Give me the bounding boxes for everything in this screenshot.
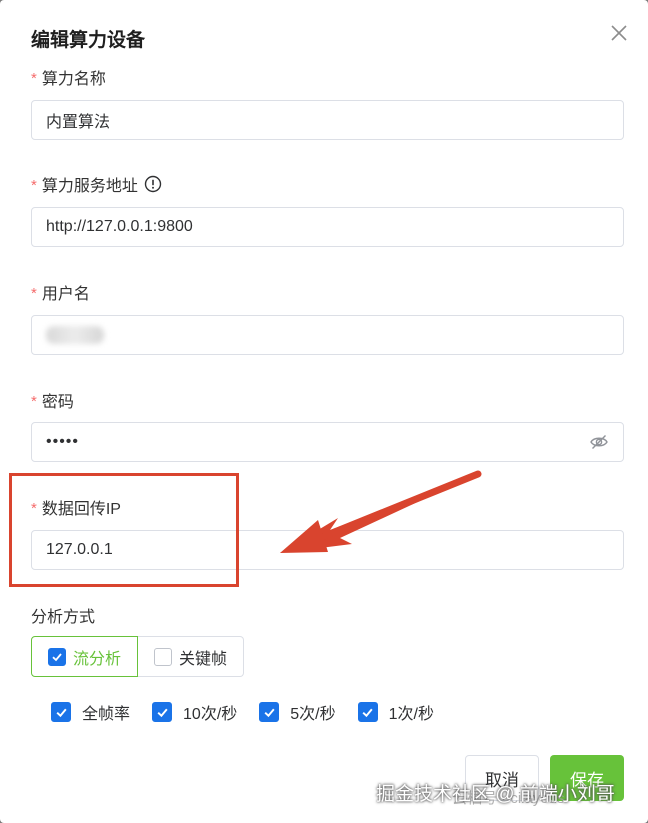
- info-circle-icon[interactable]: [144, 175, 162, 193]
- analysis-mode-group: 流分析 关键帧: [31, 636, 245, 677]
- form-item-analysis: 分析方式: [31, 604, 624, 626]
- form-item-service-url: * 算力服务地址 http://127.0.0.1:9800: [31, 173, 624, 247]
- form-item-username: * 用户名: [31, 281, 624, 355]
- rate-option-10[interactable]: 10次/秒: [152, 700, 237, 724]
- rate-checkbox[interactable]: [51, 702, 71, 722]
- service-url-input-value: http://127.0.0.1:9800: [46, 218, 193, 235]
- watermark-main: 掘金技术社区 @ 前端小刘哥: [376, 784, 615, 805]
- name-label-text: 算力名称: [41, 71, 106, 88]
- rate-checkbox[interactable]: [357, 702, 378, 722]
- password-input-value: •••••: [46, 433, 80, 450]
- close-icon: [611, 25, 627, 41]
- name-input[interactable]: 内置算法: [31, 100, 624, 140]
- form-item-callback-ip: * 数据回传IP 127.0.0.1: [31, 496, 624, 570]
- keyframe-option-label: 关键帧: [179, 650, 228, 668]
- rate-label: 1次/秒: [388, 706, 434, 723]
- callback-ip-label-text: 数据回传IP: [41, 501, 121, 518]
- rate-checkbox[interactable]: [152, 702, 173, 722]
- callback-ip-input-value: 127.0.0.1: [46, 541, 113, 558]
- analysis-option-keyframe[interactable]: 关键帧: [138, 636, 245, 677]
- frame-rate-group: 全帧率 10次/秒 5次/秒 1次/秒: [51, 700, 456, 724]
- required-mark: *: [31, 176, 37, 194]
- service-url-input[interactable]: http://127.0.0.1:9800: [31, 207, 624, 247]
- close-button[interactable]: [606, 20, 632, 46]
- rate-option-full[interactable]: 全帧率: [51, 700, 130, 724]
- service-url-label-text: 算力服务地址: [41, 178, 138, 195]
- rate-label: 5次/秒: [290, 706, 336, 723]
- name-label: * 算力名称: [31, 66, 624, 89]
- edit-compute-device-dialog: 编辑算力设备 * 算力名称 内置算法 * 算力服务地址 http://127.0…: [0, 0, 648, 823]
- service-url-label: * 算力服务地址: [31, 173, 624, 195]
- rate-checkbox[interactable]: [259, 702, 280, 722]
- rate-option-5[interactable]: 5次/秒: [259, 700, 336, 724]
- analysis-label: 分析方式: [31, 609, 96, 626]
- username-label: * 用户名: [31, 281, 624, 304]
- username-label-text: 用户名: [41, 286, 90, 303]
- required-mark: *: [31, 499, 37, 517]
- rate-label: 10次/秒: [183, 706, 238, 723]
- keyframe-checkbox[interactable]: [154, 647, 173, 666]
- eye-off-icon[interactable]: [589, 432, 609, 452]
- callback-ip-label: * 数据回传IP: [31, 496, 624, 519]
- rate-option-1[interactable]: 1次/秒: [357, 700, 434, 724]
- stream-option-label: 流分析: [73, 650, 122, 668]
- required-mark: *: [31, 392, 37, 410]
- analysis-option-stream[interactable]: 流分析: [31, 636, 139, 677]
- username-blurred-value: [46, 326, 104, 344]
- required-mark: *: [31, 284, 37, 302]
- password-label: * 密码: [31, 389, 624, 412]
- callback-ip-input[interactable]: 127.0.0.1: [31, 530, 624, 570]
- form-item-name: * 算力名称 内置算法: [31, 66, 624, 140]
- username-input[interactable]: [31, 315, 624, 355]
- dialog-title: 编辑算力设备: [31, 30, 146, 51]
- stream-checkbox[interactable]: [48, 647, 66, 666]
- name-input-value: 内置算法: [46, 114, 111, 131]
- required-mark: *: [31, 69, 37, 87]
- form-item-password: * 密码 •••••: [31, 389, 624, 462]
- rate-label: 全帧率: [82, 706, 131, 723]
- password-input[interactable]: •••••: [31, 422, 624, 462]
- password-label-text: 密码: [41, 394, 74, 411]
